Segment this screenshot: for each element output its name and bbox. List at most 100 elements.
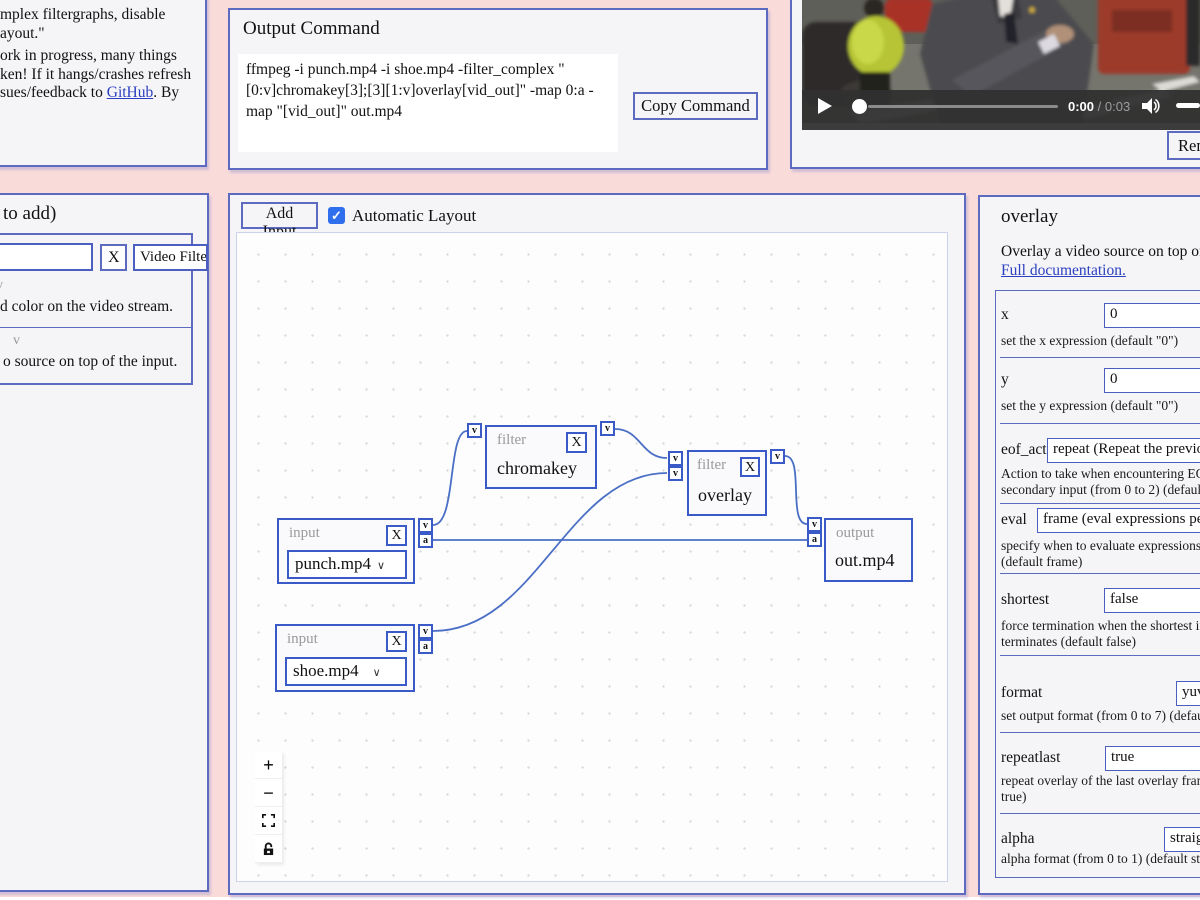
chevron-down-icon: ∨ xyxy=(377,560,385,572)
param-desc-alpha: alpha format (from 0 to 1) (default stra… xyxy=(1001,851,1200,867)
node-kind-label: input xyxy=(289,525,320,542)
port-audio-out[interactable]: a xyxy=(418,533,433,548)
github-link[interactable]: GitHub xyxy=(107,84,154,101)
param-label-x: x xyxy=(1001,306,1009,324)
param-label-format: format xyxy=(1001,684,1042,702)
notes-line: ayout." xyxy=(0,25,200,44)
input-file-select[interactable]: punch.mp4∨ xyxy=(287,550,407,579)
node-close-button[interactable]: X xyxy=(386,525,407,546)
auto-layout-label[interactable]: Automatic Layout xyxy=(352,206,476,226)
input-file-select[interactable]: shoe.mp4∨ xyxy=(285,657,407,686)
param-select-eof-action[interactable]: repeat (Repeat the previous frame) xyxy=(1047,438,1200,463)
port-video-out[interactable]: v xyxy=(418,624,433,639)
param-divider xyxy=(1000,423,1200,424)
notes-line: mplex filtergraphs, disable xyxy=(0,6,200,25)
filter-list-divider xyxy=(0,327,193,328)
param-desc-shortest: force termination when the shortest inpu… xyxy=(1001,618,1200,650)
render-button[interactable]: Render xyxy=(1167,131,1200,160)
param-select-eval[interactable]: frame (eval expressions per-frame) xyxy=(1037,508,1200,533)
output-command-title: Output Command xyxy=(243,18,380,40)
param-select-alpha[interactable]: straight xyxy=(1164,827,1200,852)
app: mplex filtergraphs, disable ayout." ork … xyxy=(0,0,1200,900)
param-label-y: y xyxy=(1001,371,1009,389)
param-desc-eof-action: Action to take when encountering EOF fro… xyxy=(1001,466,1200,498)
unlock-icon xyxy=(262,842,275,856)
zoom-in-button[interactable]: + xyxy=(255,751,282,779)
node-close-button[interactable]: X xyxy=(386,631,407,652)
clear-search-button[interactable]: X xyxy=(100,244,127,271)
param-input-y[interactable]: 0 xyxy=(1104,368,1200,393)
node-title: out.mp4 xyxy=(835,550,895,571)
port-audio-in[interactable]: a xyxy=(807,532,822,547)
zoom-out-button[interactable]: − xyxy=(255,779,282,807)
video-letterbox xyxy=(802,123,1200,130)
port-video-out[interactable]: v xyxy=(418,518,433,533)
notes-line: ork in progress, many things xyxy=(0,47,200,66)
node-output[interactable]: output out.mp4 xyxy=(824,518,913,582)
seek-thumb[interactable] xyxy=(852,99,867,114)
command-textarea[interactable]: ffmpeg -i punch.mp4 -i shoe.mp4 -filter_… xyxy=(238,54,618,152)
inspector-title: overlay xyxy=(1001,206,1058,228)
port-video-out[interactable]: v xyxy=(770,449,785,464)
port-video-in[interactable]: v xyxy=(807,517,822,532)
chevron-down-icon: ∨ xyxy=(373,667,381,679)
param-divider xyxy=(1000,655,1200,656)
node-title: chromakey xyxy=(497,458,577,479)
video-player[interactable]: 0:00 / 0:03 xyxy=(802,0,1200,130)
copy-command-button[interactable]: Copy Command xyxy=(633,92,758,120)
filter-category-select[interactable]: Video Filters∨ xyxy=(133,244,208,271)
param-desc-repeatlast: repeat overlay of the last overlay frame… xyxy=(1001,773,1200,805)
notes-line: sues/feedback to GitHub. By xyxy=(0,84,200,103)
node-input-shoe[interactable]: input X shoe.mp4∨ xyxy=(275,624,415,692)
node-filter-chromakey[interactable]: filter X chromakey xyxy=(485,425,597,489)
param-divider xyxy=(1000,813,1200,814)
video-controls: 0:00 / 0:03 xyxy=(802,90,1200,123)
param-divider xyxy=(1000,503,1200,504)
fit-view-icon xyxy=(262,814,275,827)
lock-button[interactable] xyxy=(255,835,282,863)
seek-track[interactable] xyxy=(868,105,1058,108)
param-input-x[interactable]: 0 xyxy=(1104,303,1200,328)
notes-line: ken! If it hangs/crashes refresh xyxy=(0,66,200,85)
node-close-button[interactable]: X xyxy=(566,432,587,453)
param-input-repeatlast[interactable]: true xyxy=(1105,746,1200,771)
edge-punchv-chromakey xyxy=(433,431,467,525)
volume-icon[interactable] xyxy=(1140,97,1160,115)
param-divider xyxy=(1000,357,1200,358)
edge-chromakey-overlay xyxy=(615,429,667,458)
port-video-in[interactable]: v xyxy=(668,451,683,466)
filters-panel-title: to add) xyxy=(3,203,56,225)
param-label-eval: eval xyxy=(1001,511,1027,529)
param-label-repeatlast: repeatlast xyxy=(1001,749,1060,767)
node-input-punch[interactable]: input X punch.mp4∨ xyxy=(277,518,415,584)
port-video-out[interactable]: v xyxy=(600,421,615,436)
param-desc-x: set the x expression (default "0") xyxy=(1001,333,1200,349)
graph-canvas[interactable]: input X punch.mp4∨ v a input X shoe.mp4∨… xyxy=(236,232,948,882)
filter-type-badge: v xyxy=(0,278,3,294)
node-filter-overlay[interactable]: filter X overlay xyxy=(687,450,767,516)
node-kind-label: filter xyxy=(497,432,526,449)
play-icon[interactable] xyxy=(818,98,832,114)
node-close-button[interactable]: X xyxy=(740,457,760,477)
auto-layout-checkbox[interactable]: ✓ xyxy=(328,207,345,224)
param-label-shortest: shortest xyxy=(1001,591,1049,609)
full-documentation-link[interactable]: Full documentation. xyxy=(1001,262,1126,280)
add-input-button[interactable]: Add Input xyxy=(241,202,318,229)
filter-search-input[interactable] xyxy=(0,243,93,271)
edge-overlay-outputv xyxy=(785,456,807,524)
param-desc-y: set the y expression (default "0") xyxy=(1001,398,1200,414)
time-separator: / xyxy=(1098,99,1102,114)
filter-item-desc: d color on the video stream. xyxy=(0,298,173,316)
node-kind-label: filter xyxy=(697,457,726,474)
port-audio-out[interactable]: a xyxy=(418,639,433,654)
duration: 0:03 xyxy=(1105,99,1130,114)
port-video-in[interactable]: v xyxy=(467,423,482,438)
param-select-format[interactable]: yuv420 xyxy=(1176,681,1200,706)
port-video-in[interactable]: v xyxy=(668,466,683,481)
param-desc-eval: specify when to evaluate expressions (de… xyxy=(1001,538,1200,570)
param-input-shortest[interactable]: false xyxy=(1104,588,1200,613)
volume-track[interactable] xyxy=(1176,103,1200,108)
edge-shoev-overlay xyxy=(433,473,667,631)
fit-view-button[interactable] xyxy=(255,807,282,835)
param-label-alpha: alpha xyxy=(1001,830,1035,848)
